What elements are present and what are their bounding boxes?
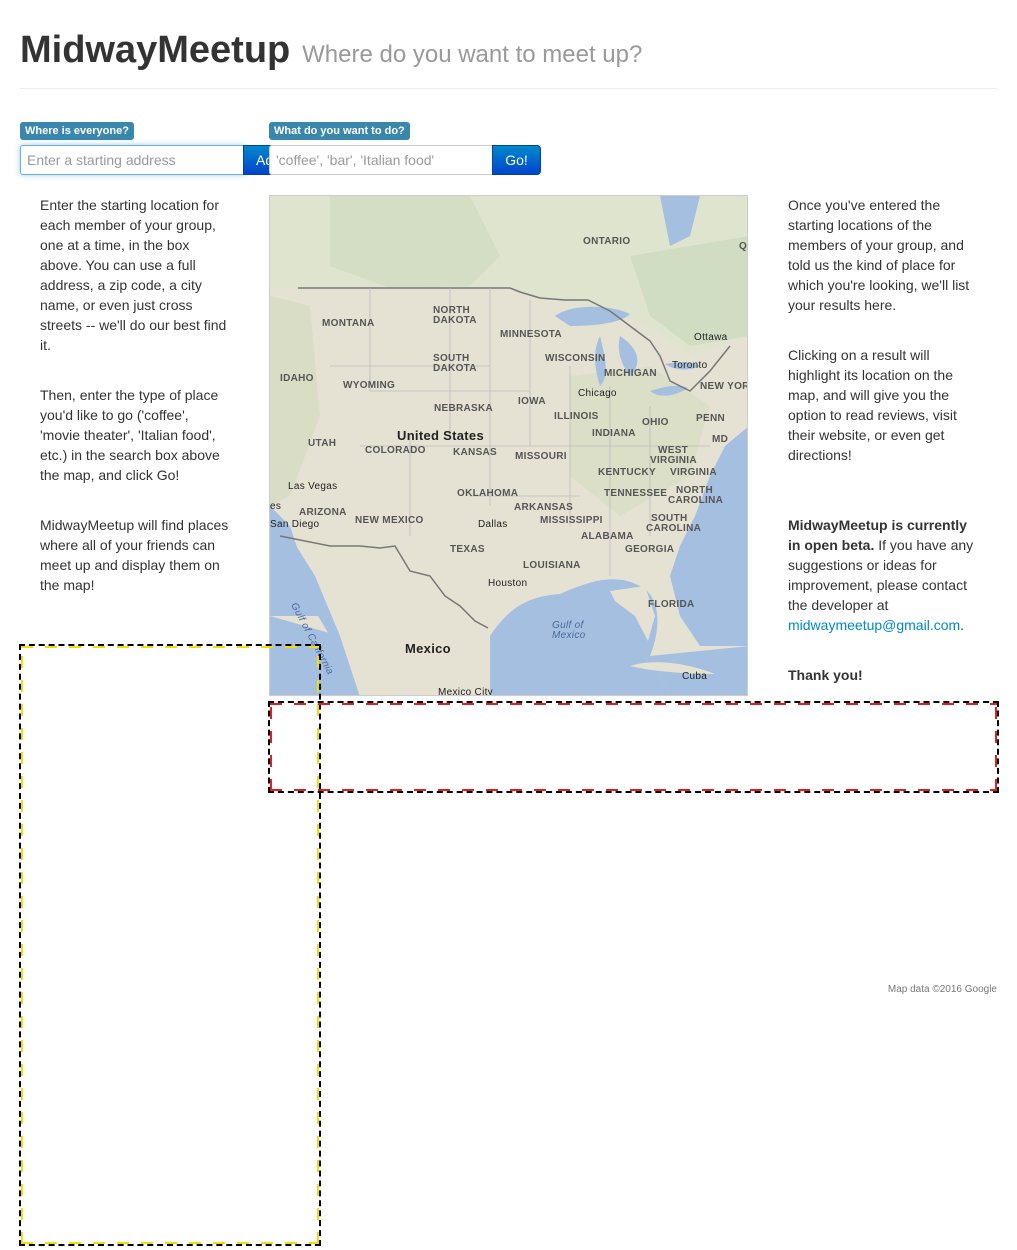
map-label-louisiana: LOUISIANA	[523, 560, 581, 571]
map-attribution: Map data ©2016 Google	[887, 984, 997, 995]
results-column: Once you've entered the starting locatio…	[788, 195, 980, 715]
map-label-ottawa: Ottawa	[694, 332, 728, 343]
map-label-florida: FLORIDA	[648, 599, 695, 610]
map-label-south-dakota-2: DAKOTA	[433, 363, 477, 374]
map-label-new-mexico: NEW MEXICO	[355, 515, 424, 526]
developer-email-link[interactable]: midwaymeetup@gmail.com	[788, 617, 960, 633]
map-label-ontario: ONTARIO	[583, 236, 631, 247]
map-label-colorado: COLORADO	[365, 445, 426, 456]
map-label-toronto: Toronto	[672, 360, 708, 371]
map-label-cuba: Cuba	[682, 671, 708, 682]
map-label-virginia: VIRGINIA	[670, 467, 717, 478]
instructions-column: Enter the starting location for each mem…	[40, 195, 232, 625]
map-label-iowa: IOWA	[518, 396, 546, 407]
place-type-input[interactable]	[269, 145, 493, 175]
map-label-dallas: Dallas	[478, 519, 508, 530]
instructions-step-3: MidwayMeetup will find places where all …	[40, 517, 229, 593]
map-label-kansas: KANSAS	[453, 447, 498, 458]
map-label-tennessee: TENNESSEE	[604, 488, 668, 499]
map-label-oklahoma: OKLAHOMA	[457, 488, 519, 499]
map-label-q: Q	[739, 241, 748, 252]
map-label-illinois: ILLINOIS	[554, 411, 599, 422]
map-label-ohio: OHIO	[642, 417, 669, 428]
map-label-es: es	[270, 501, 282, 512]
map-label-minnesota: MINNESOTA	[500, 329, 562, 340]
starting-address-input[interactable]	[20, 145, 244, 175]
results-help: Clicking on a result will highlight its …	[788, 347, 957, 463]
map[interactable]: ONTARIO Q NORTH DAKOTA MONTANA MINNESOTA…	[269, 195, 748, 696]
map-label-indiana: INDIANA	[592, 428, 636, 439]
map-label-missouri: MISSOURI	[515, 451, 567, 462]
map-label-south-carolina-2: CAROLINA	[646, 523, 702, 534]
map-label-penn: PENN	[696, 413, 725, 424]
instructions-step-2: Then, enter the type of place you'd like…	[40, 387, 220, 483]
map-label-arkansas: ARKANSAS	[514, 502, 574, 513]
where-label: Where is everyone?	[20, 122, 134, 140]
go-button[interactable]: Go!	[492, 145, 541, 175]
map-label-north-carolina-2: CAROLINA	[668, 495, 724, 506]
map-label-georgia: GEORGIA	[625, 544, 675, 555]
beta-notice: MidwayMeetup is currently in open beta. …	[788, 515, 980, 635]
results-intro: Once you've entered the starting locatio…	[788, 197, 970, 313]
map-label-utah: UTAH	[308, 438, 337, 449]
map-label-michigan: MICHIGAN	[604, 368, 657, 379]
thank-you-text: Thank you!	[788, 667, 863, 683]
map-label-idaho: IDAHO	[280, 373, 314, 384]
page-title: MidwayMeetup	[20, 29, 291, 71]
beta-notice-period: .	[960, 617, 965, 633]
map-label-montana: MONTANA	[322, 318, 375, 329]
map-label-united-states: United States	[397, 428, 484, 443]
map-label-west-virginia-2: VIRGINIA	[650, 455, 697, 466]
map-label-mississippi: MISSISSIPPI	[540, 515, 603, 526]
map-label-chicago: Chicago	[578, 388, 617, 399]
map-label-kentucky: KENTUCKY	[598, 467, 656, 478]
map-label-nebraska: NEBRASKA	[434, 403, 494, 414]
map-label-mexico: Mexico	[405, 641, 451, 656]
map-label-arizona: ARIZONA	[299, 507, 347, 518]
map-label-las-vegas: Las Vegas	[288, 481, 338, 492]
map-label-wisconsin: WISCONSIN	[545, 353, 606, 364]
instructions-step-1: Enter the starting location for each mem…	[40, 197, 227, 353]
highlight-region-red	[268, 701, 999, 793]
map-label-md: MD	[712, 434, 729, 445]
map-label-mexico-city: Mexico City	[438, 687, 493, 696]
map-label-texas: TEXAS	[450, 544, 485, 555]
page-tagline: Where do you want to meet up?	[302, 41, 643, 68]
map-label-san-diego: San Diego	[270, 519, 320, 530]
what-label: What do you want to do?	[269, 122, 410, 140]
page-header: MidwayMeetup Where do you want to meet u…	[20, 28, 997, 89]
map-label-houston: Houston	[488, 578, 528, 589]
map-label-alabama: ALABAMA	[581, 531, 634, 542]
map-label-new-york: NEW YOR	[700, 381, 748, 392]
map-label-wyoming: WYOMING	[343, 380, 396, 391]
map-label-gulf-of-mexico-2: Mexico	[552, 630, 586, 641]
map-label-north-dakota-2: DAKOTA	[433, 315, 477, 326]
